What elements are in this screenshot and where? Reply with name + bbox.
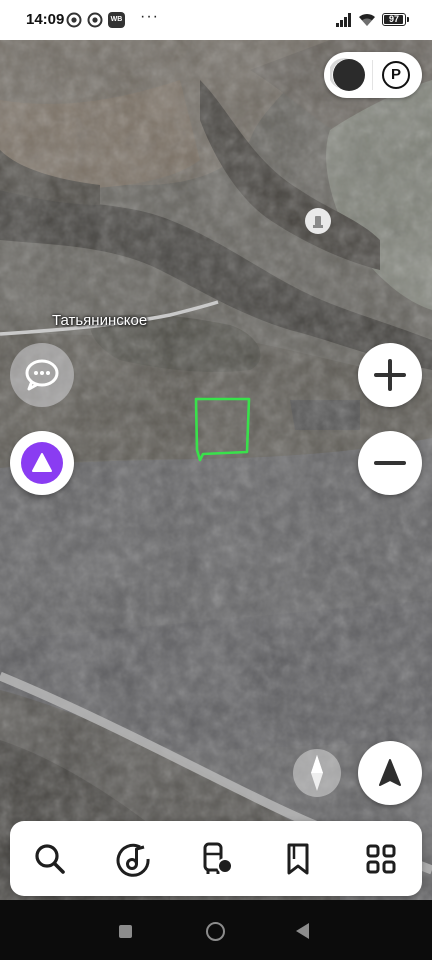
messenger-icon <box>87 12 103 28</box>
divider <box>372 60 373 90</box>
map-layers-panel: P <box>324 52 422 98</box>
poi-marker[interactable] <box>305 208 331 234</box>
music-note-icon[interactable] <box>113 839 153 879</box>
wb-badge-label: WB <box>110 16 123 23</box>
compass-button[interactable] <box>293 749 341 797</box>
chat-bubble-icon <box>25 359 59 391</box>
plus-icon <box>374 359 406 391</box>
place-label[interactable]: Татьянинское <box>52 312 147 329</box>
my-location-button[interactable] <box>358 741 422 805</box>
monument-icon <box>313 216 323 228</box>
zoom-in-button[interactable] <box>358 343 422 407</box>
messenger-icon <box>66 12 82 28</box>
battery-level: 97 <box>388 14 399 24</box>
parking-label: P <box>390 66 401 83</box>
system-nav-bar <box>0 900 432 960</box>
parking-button[interactable]: P <box>382 61 410 89</box>
navigation-arrow-icon <box>379 759 401 786</box>
alice-assistant-icon <box>21 442 63 484</box>
bottom-toolbar <box>10 821 422 896</box>
minus-icon <box>374 461 406 465</box>
search-icon[interactable] <box>30 839 70 879</box>
alice-assistant-button[interactable] <box>10 431 74 495</box>
zoom-out-button[interactable] <box>358 431 422 495</box>
compass-icon <box>311 755 323 791</box>
bookmark-icon[interactable] <box>278 839 318 879</box>
cellular-signal-icon <box>336 13 351 27</box>
services-grid-icon[interactable] <box>361 839 401 879</box>
battery-cap <box>407 17 409 22</box>
status-time: 14:09 <box>26 11 65 28</box>
status-bar: 14:09 WB ··· 97 <box>0 0 432 40</box>
map-layers-icon[interactable] <box>330 56 368 94</box>
recent-apps-icon[interactable] <box>119 925 132 938</box>
battery-icon: 97 <box>382 13 406 26</box>
transport-icon[interactable] <box>196 839 236 879</box>
wifi-icon <box>359 13 375 26</box>
chat-button[interactable] <box>10 343 74 407</box>
more-notifications: ··· <box>140 8 159 25</box>
back-icon[interactable] <box>296 923 309 939</box>
home-icon[interactable] <box>206 922 225 941</box>
wb-app-icon: WB <box>108 12 125 28</box>
